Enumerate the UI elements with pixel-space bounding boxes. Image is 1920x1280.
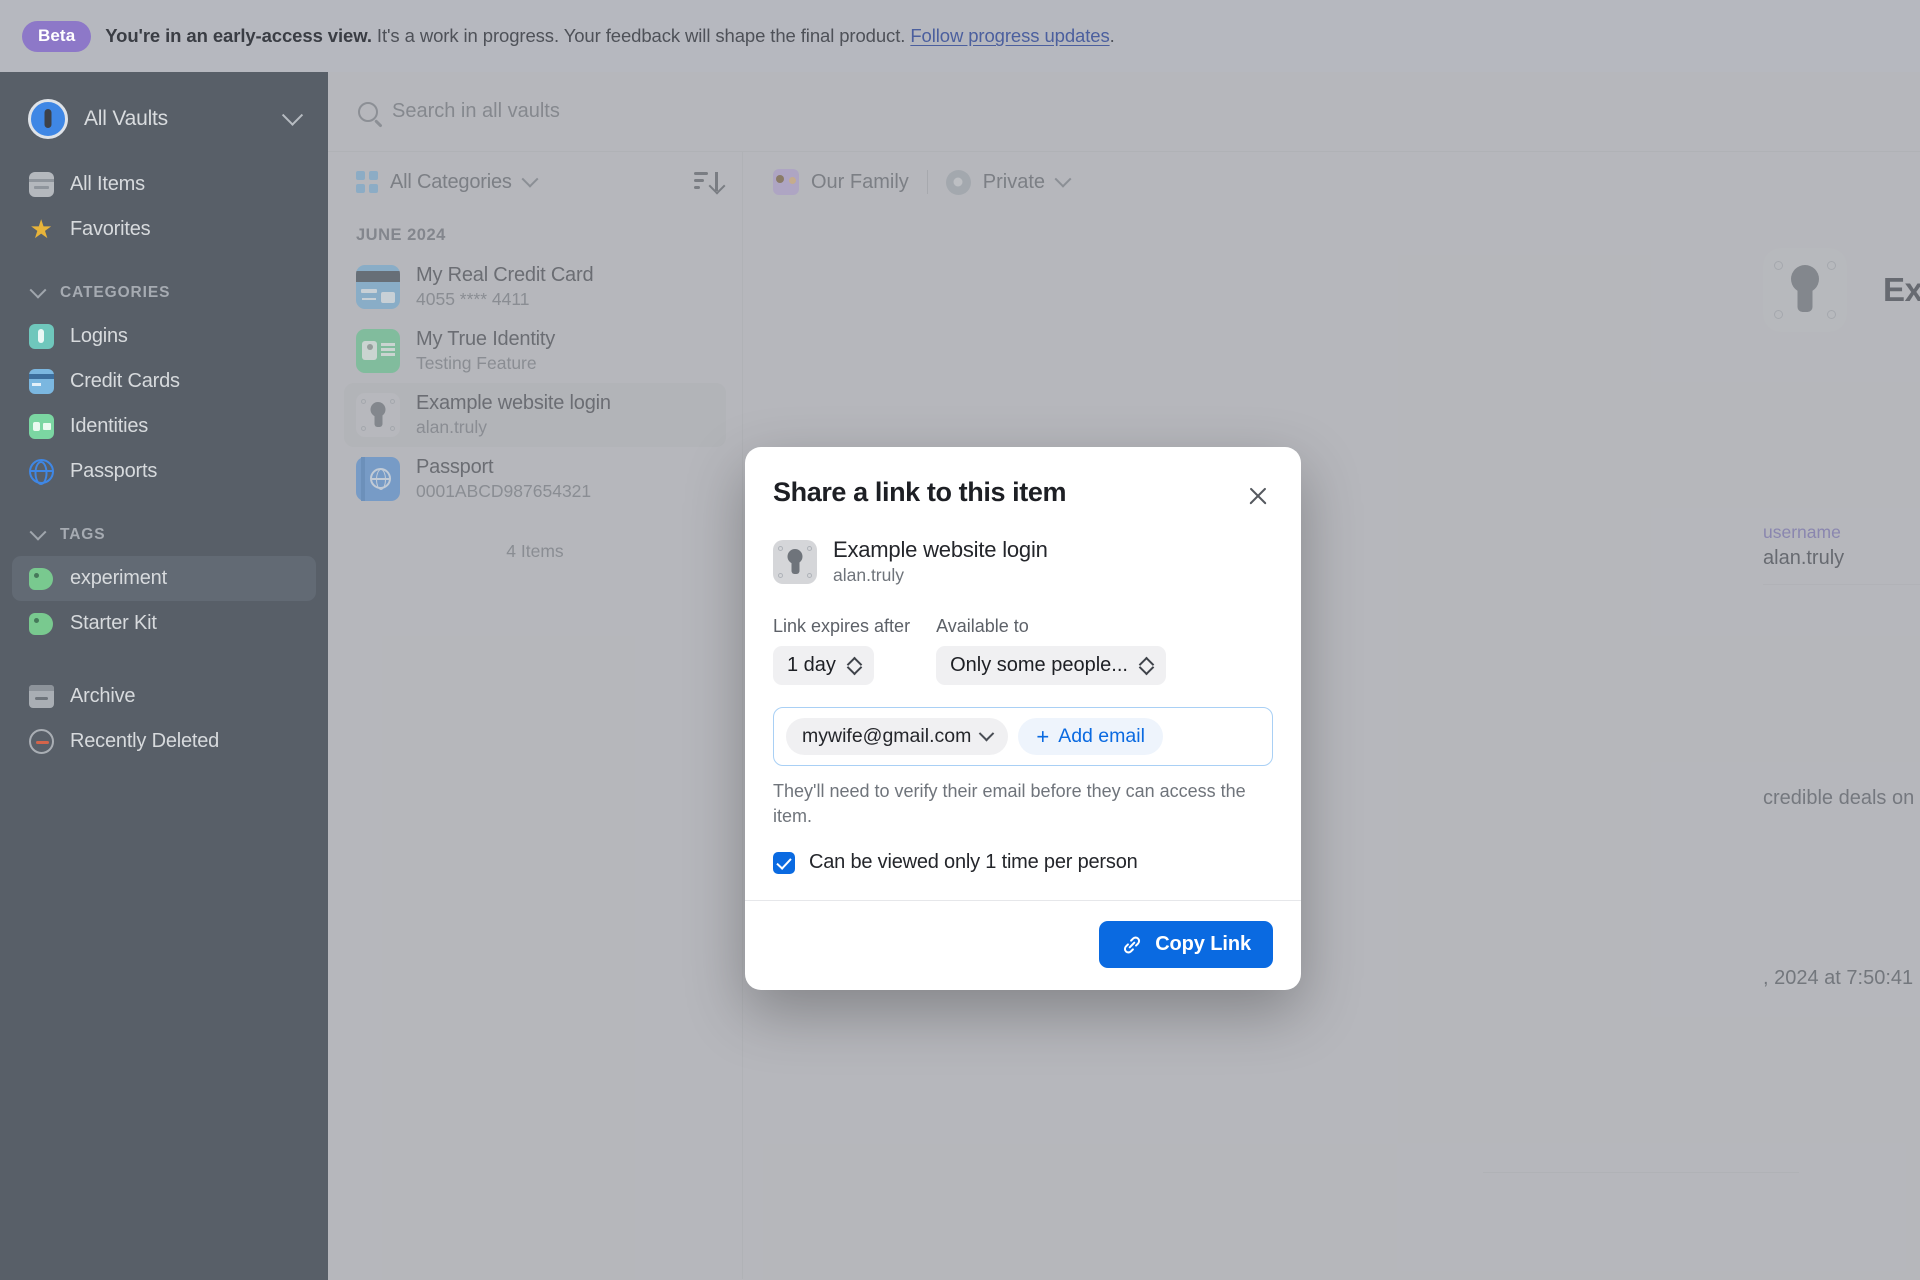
vault-switcher-label: All Vaults xyxy=(84,107,168,130)
chevron-down-icon xyxy=(979,725,995,742)
vault-switcher[interactable]: All Vaults xyxy=(14,88,314,150)
identity-icon xyxy=(28,414,54,440)
chevron-down-icon xyxy=(281,104,304,126)
sidebar-item-label: Passports xyxy=(70,460,158,482)
dialog-header: Share a link to this item xyxy=(773,477,1273,511)
email-recipients-field[interactable]: mywife@gmail.com + Add email xyxy=(773,707,1273,766)
link-expires-label: Link expires after xyxy=(773,616,911,636)
sidebar-item-logins[interactable]: Logins xyxy=(12,314,316,359)
sidebar-item-experiment[interactable]: experiment xyxy=(12,556,316,601)
sidebar-item-label: experiment xyxy=(70,567,167,589)
tag-icon xyxy=(28,611,54,637)
plus-icon: + xyxy=(1036,724,1050,749)
all-items-icon xyxy=(28,172,54,198)
link-expires-select[interactable]: 1 day xyxy=(773,646,874,685)
sidebar-item-passports[interactable]: Passports xyxy=(12,449,316,494)
dialog-item-title: Example website login xyxy=(833,537,1048,562)
star-icon: ★ xyxy=(29,214,53,244)
follow-progress-link[interactable]: Follow progress updates xyxy=(910,25,1109,46)
sidebar-item-label: Identities xyxy=(70,415,149,437)
sidebar-section-categories[interactable]: CATEGORIES xyxy=(12,278,316,308)
sidebar-item-favorites[interactable]: ★ Favorites xyxy=(12,207,316,252)
app-root: Beta You're in an early-access view. It'… xyxy=(0,0,1920,1280)
sidebar-section-label: TAGS xyxy=(60,526,106,543)
beta-message: You're in an early-access view. It's a w… xyxy=(105,25,1114,47)
sidebar-item-starter-kit[interactable]: Starter Kit xyxy=(12,601,316,646)
chevron-down-icon xyxy=(29,281,47,299)
dialog-title: Share a link to this item xyxy=(773,477,1067,507)
sidebar-item-recently-deleted[interactable]: Recently Deleted xyxy=(12,719,316,764)
dialog-body: Share a link to this item Example websit… xyxy=(745,447,1301,900)
available-to-value: Only some people... xyxy=(950,654,1128,676)
copy-link-label: Copy Link xyxy=(1155,933,1251,956)
sidebar-item-label: All Items xyxy=(70,173,145,195)
sidebar-item-all-items[interactable]: All Items xyxy=(12,162,316,207)
credit-card-icon xyxy=(28,369,54,395)
archive-icon xyxy=(28,684,54,710)
onepassword-logo-icon xyxy=(28,99,68,139)
sidebar-item-identities[interactable]: Identities xyxy=(12,404,316,449)
email-chip[interactable]: mywife@gmail.com xyxy=(786,718,1009,755)
sidebar-item-label: Favorites xyxy=(70,218,151,240)
sidebar: All Vaults All Items ★ Favorites CATEGOR… xyxy=(0,72,328,1280)
sidebar-item-label: Credit Cards xyxy=(70,370,180,392)
dialog-options-row: Link expires after 1 day Available to On… xyxy=(773,616,1273,685)
sidebar-item-label: Recently Deleted xyxy=(70,730,220,752)
passport-icon xyxy=(28,459,54,485)
sidebar-item-label: Archive xyxy=(70,685,136,707)
beta-banner: Beta You're in an early-access view. It'… xyxy=(0,0,1920,72)
add-email-button[interactable]: + Add email xyxy=(1018,718,1163,755)
chevron-up-down-icon xyxy=(848,656,860,676)
view-once-row[interactable]: Can be viewed only 1 time per person xyxy=(773,851,1273,900)
sidebar-item-credit-cards[interactable]: Credit Cards xyxy=(12,359,316,404)
link-expires-group: Link expires after 1 day xyxy=(773,616,910,685)
link-icon xyxy=(1121,934,1143,956)
share-link-dialog: Share a link to this item Example websit… xyxy=(745,447,1301,991)
view-once-checkbox[interactable] xyxy=(773,851,795,874)
tag-icon xyxy=(28,566,54,592)
available-to-label: Available to xyxy=(936,616,1029,636)
recently-deleted-icon xyxy=(28,729,54,755)
copy-link-button[interactable]: Copy Link xyxy=(1099,921,1273,969)
sidebar-item-label: Starter Kit xyxy=(70,612,157,634)
available-to-select[interactable]: Only some people... xyxy=(936,646,1166,685)
sidebar-item-label: Logins xyxy=(70,325,128,347)
chevron-down-icon xyxy=(29,523,47,541)
link-expires-value: 1 day xyxy=(787,654,836,676)
dialog-item-preview: Example website login alan.truly xyxy=(773,537,1273,586)
verify-email-hint: They'll need to verify their email befor… xyxy=(773,781,1246,827)
dialog-footer: Copy Link xyxy=(745,900,1301,990)
chevron-up-down-icon xyxy=(1140,656,1152,676)
beta-badge: Beta xyxy=(22,20,92,52)
beta-message-bold: You're in an early-access view. xyxy=(105,25,372,46)
login-icon xyxy=(773,539,817,584)
beta-message-period: . xyxy=(1109,25,1115,46)
add-email-label: Add email xyxy=(1058,725,1145,747)
sidebar-section-tags[interactable]: TAGS xyxy=(12,520,316,550)
dialog-item-subtitle: alan.truly xyxy=(833,565,905,585)
sidebar-section-label: CATEGORIES xyxy=(60,284,171,301)
email-chip-label: mywife@gmail.com xyxy=(802,725,972,747)
sidebar-item-archive[interactable]: Archive xyxy=(12,674,316,719)
login-icon xyxy=(28,324,54,350)
view-once-label: Can be viewed only 1 time per person xyxy=(809,851,1138,874)
available-to-group: Available to Only some people... xyxy=(936,616,1166,685)
beta-message-rest: It's a work in progress. Your feedback w… xyxy=(371,25,911,46)
close-icon[interactable] xyxy=(1243,481,1273,511)
